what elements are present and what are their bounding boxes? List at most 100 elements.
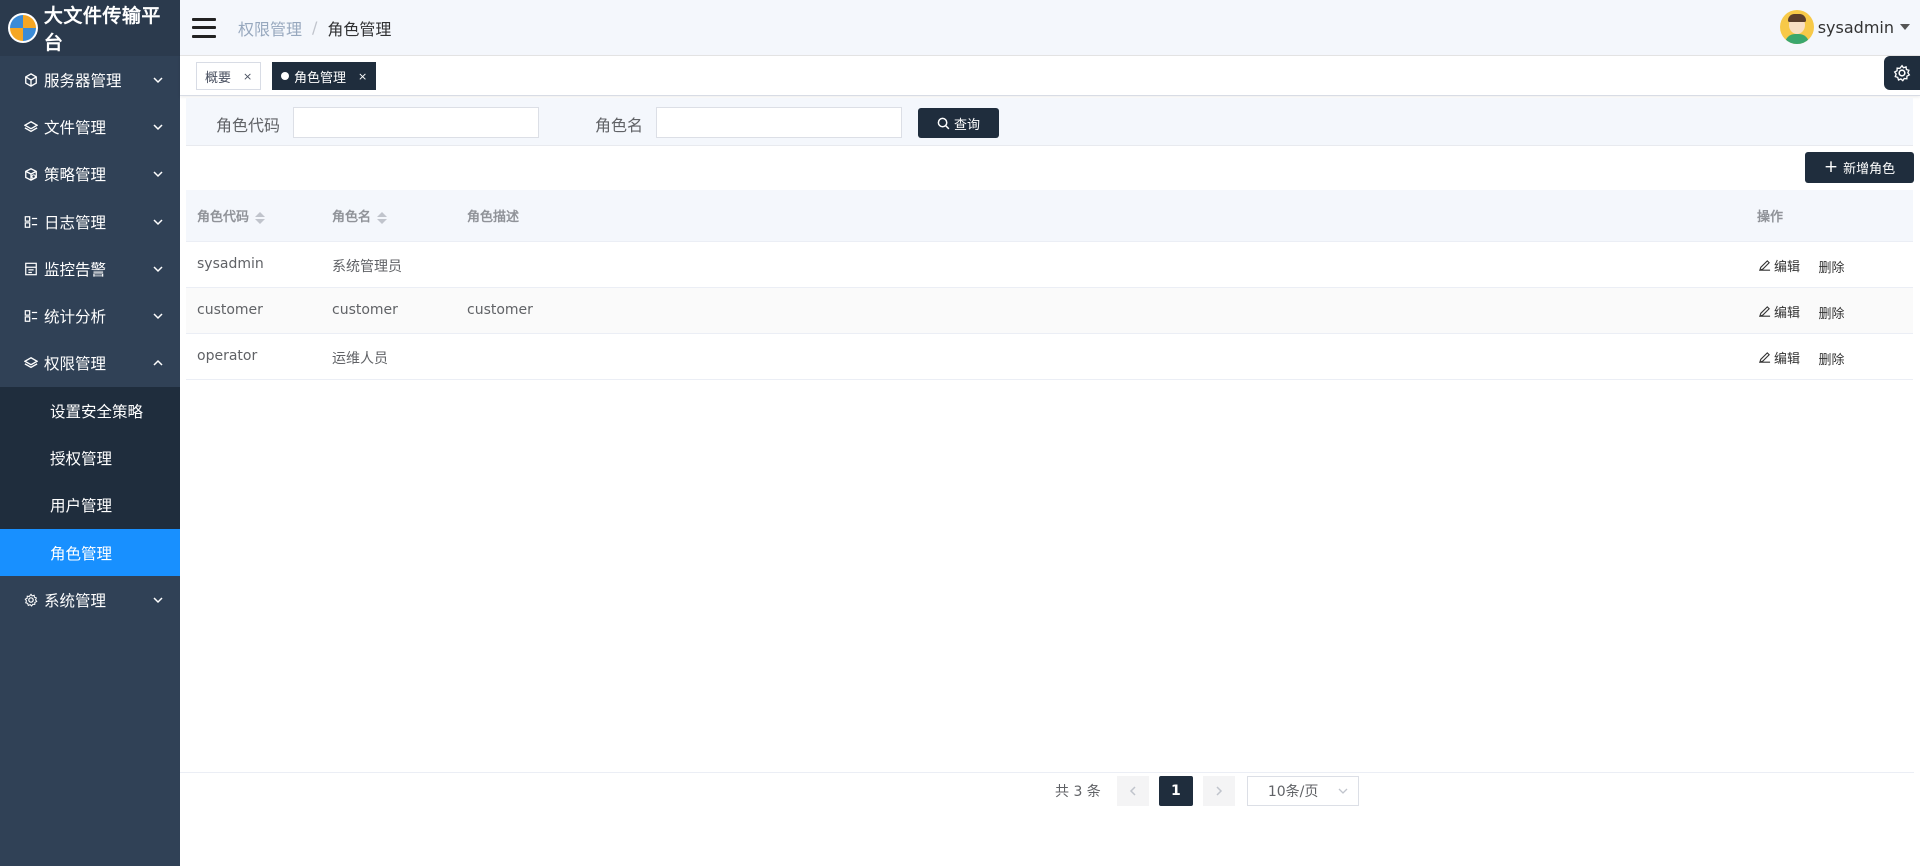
sidebar-item-label: 策略管理 bbox=[44, 166, 107, 185]
chevron-up-icon bbox=[153, 360, 163, 366]
tag-label: 角色管理 bbox=[294, 70, 347, 86]
tag-label: 概要 bbox=[205, 70, 232, 86]
edit-button[interactable]: 编辑 bbox=[1758, 256, 1800, 275]
row-actions: 编辑 删除 bbox=[1758, 256, 1844, 276]
sidebar-item-roles[interactable]: 角色管理 bbox=[0, 528, 180, 577]
chevron-down-icon bbox=[1338, 788, 1348, 794]
chevron-down-icon bbox=[153, 77, 163, 83]
page-number[interactable]: 1 bbox=[1158, 776, 1193, 806]
settings-button[interactable] bbox=[1884, 56, 1920, 90]
list-icon bbox=[24, 215, 38, 229]
close-icon[interactable]: × bbox=[358, 70, 367, 83]
caret-down-icon bbox=[1900, 24, 1910, 30]
layers-icon bbox=[24, 356, 38, 370]
chevron-left-icon bbox=[1129, 786, 1136, 796]
top-header: 权限管理 / 角色管理 sysadmin bbox=[180, 0, 1920, 56]
sidebar-item-monitor[interactable]: 监控告警 bbox=[0, 245, 180, 292]
logo-icon bbox=[8, 13, 38, 43]
tag-overview[interactable]: 概要 × bbox=[196, 62, 262, 90]
col-operations: 操作 bbox=[1757, 210, 1784, 225]
add-role-button[interactable]: + 新增角色 bbox=[1805, 152, 1914, 183]
delete-button[interactable]: 删除 bbox=[1818, 257, 1844, 276]
edit-button[interactable]: 编辑 bbox=[1758, 302, 1800, 321]
col-role-code[interactable]: 角色代码 bbox=[197, 206, 266, 225]
chevron-down-icon bbox=[153, 124, 163, 130]
cell-role-name: 系统管理员 bbox=[332, 259, 402, 275]
cell-role-name: customer bbox=[332, 302, 398, 318]
col-role-desc: 角色描述 bbox=[467, 210, 520, 225]
row-actions: 编辑 删除 bbox=[1758, 348, 1844, 368]
sidebar-item-label: 统计分析 bbox=[44, 308, 107, 327]
sidebar-item-label: 用户管理 bbox=[50, 497, 113, 516]
sidebar-item-users[interactable]: 用户管理 bbox=[0, 481, 180, 529]
search-icon bbox=[937, 117, 950, 129]
next-page-button[interactable] bbox=[1202, 776, 1235, 806]
query-button-label: 查询 bbox=[953, 117, 980, 133]
table-header: 角色代码 角色名 角色描述 操作 bbox=[186, 190, 1913, 242]
role-name-label: 角色名 bbox=[595, 116, 644, 135]
close-icon[interactable]: × bbox=[243, 70, 252, 83]
edit-icon bbox=[1758, 260, 1771, 272]
sort-icon[interactable] bbox=[377, 211, 388, 224]
sidebar-menu: 服务器管理 文件管理 策略管理 日志管理 监控告警 统计分析 权限管理 设置安全… bbox=[0, 56, 180, 624]
gear-icon bbox=[24, 593, 38, 607]
tag-role-management[interactable]: 角色管理 × bbox=[272, 62, 377, 90]
sidebar-item-security-policy[interactable]: 设置安全策略 bbox=[0, 387, 180, 435]
col-role-name[interactable]: 角色名 bbox=[332, 206, 388, 225]
list-icon bbox=[24, 309, 38, 323]
prev-page-button[interactable] bbox=[1116, 776, 1149, 806]
search-form: 角色代码 角色名 查询 bbox=[186, 98, 1913, 146]
cell-role-code: operator bbox=[197, 348, 258, 364]
breadcrumb-separator: / bbox=[312, 18, 318, 37]
breadcrumb-current: 角色管理 bbox=[327, 19, 392, 39]
role-name-input[interactable] bbox=[656, 107, 902, 138]
sort-icon[interactable] bbox=[255, 211, 266, 224]
table-row: sysadmin 系统管理员 编辑 删除 bbox=[186, 242, 1913, 288]
cube-icon bbox=[24, 72, 38, 87]
monitor-icon bbox=[24, 262, 38, 276]
delete-button[interactable]: 删除 bbox=[1818, 349, 1844, 368]
sidebar-item-authorization[interactable]: 授权管理 bbox=[0, 434, 180, 482]
query-button[interactable]: 查询 bbox=[918, 108, 999, 138]
row-actions: 编辑 删除 bbox=[1758, 302, 1844, 322]
sidebar-item-permissions[interactable]: 权限管理 bbox=[0, 340, 180, 387]
box-icon bbox=[24, 167, 38, 182]
sidebar-item-label: 文件管理 bbox=[44, 118, 107, 137]
table-row: operator 运维人员 编辑 删除 bbox=[186, 334, 1913, 380]
gear-icon bbox=[1893, 64, 1911, 82]
hamburger-menu-icon[interactable] bbox=[192, 17, 216, 38]
sidebar-item-label: 授权管理 bbox=[50, 450, 113, 469]
edit-button[interactable]: 编辑 bbox=[1758, 348, 1800, 367]
sidebar-item-policy[interactable]: 策略管理 bbox=[0, 151, 180, 198]
user-menu[interactable]: sysadmin bbox=[1779, 10, 1910, 44]
sidebar-item-system[interactable]: 系统管理 bbox=[0, 576, 180, 623]
page-size-select[interactable]: 10条/页 bbox=[1246, 776, 1359, 806]
total-count: 共 3 条 bbox=[1055, 784, 1101, 800]
cell-role-code: customer bbox=[197, 302, 263, 318]
tags-view: 概要 × 角色管理 × bbox=[180, 56, 1920, 96]
sidebar-item-logs[interactable]: 日志管理 bbox=[0, 198, 180, 245]
sidebar-item-label: 角色管理 bbox=[50, 544, 113, 563]
roles-table: 角色代码 角色名 角色描述 操作 sysadmin 系统管理员 编辑 删除 cu… bbox=[186, 190, 1913, 380]
breadcrumb-parent[interactable]: 权限管理 bbox=[238, 16, 302, 40]
sidebar-item-label: 权限管理 bbox=[44, 355, 107, 374]
cell-role-name: 运维人员 bbox=[332, 351, 388, 367]
sidebar-item-label: 系统管理 bbox=[44, 591, 107, 610]
sidebar-item-stats[interactable]: 统计分析 bbox=[0, 292, 180, 339]
sidebar-item-label: 日志管理 bbox=[44, 213, 107, 232]
chevron-down-icon bbox=[153, 597, 163, 603]
sidebar-item-label: 监控告警 bbox=[44, 260, 107, 279]
app-logo[interactable]: 大文件传输平台 bbox=[0, 0, 180, 56]
pagination: 共 3 条 1 10条/页 bbox=[1055, 776, 1359, 806]
sidebar-item-files[interactable]: 文件管理 bbox=[0, 103, 180, 150]
delete-button[interactable]: 删除 bbox=[1818, 303, 1844, 322]
chevron-right-icon bbox=[1216, 786, 1222, 796]
sidebar-item-server[interactable]: 服务器管理 bbox=[0, 56, 180, 103]
chevron-down-icon bbox=[153, 171, 163, 178]
app-title: 大文件传输平台 bbox=[43, 5, 161, 54]
role-code-input[interactable] bbox=[293, 107, 539, 138]
avatar bbox=[1779, 10, 1814, 44]
breadcrumb: 权限管理 / 角色管理 bbox=[238, 16, 391, 40]
page-size-value: 10条/页 bbox=[1267, 784, 1319, 800]
chevron-down-icon bbox=[153, 313, 163, 320]
